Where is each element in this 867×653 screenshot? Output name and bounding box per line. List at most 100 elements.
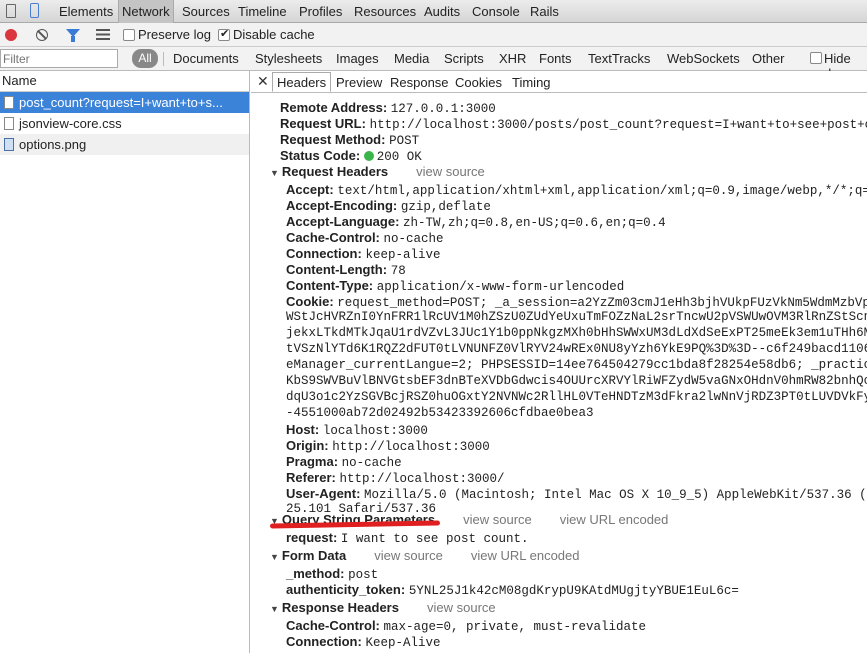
- filter-xhr[interactable]: XHR: [499, 51, 526, 66]
- tab-console[interactable]: Console: [472, 0, 520, 23]
- header-value: text/html,application/xhtml+xml,applicat…: [337, 184, 867, 198]
- filter-media[interactable]: Media: [394, 51, 429, 66]
- filter-scripts[interactable]: Scripts: [444, 51, 484, 66]
- list-item[interactable]: post_count?request=I+want+to+s...: [0, 92, 249, 113]
- tab-profiles[interactable]: Profiles: [299, 0, 342, 23]
- form-data-section[interactable]: ▼ Form Data view source view URL encoded: [270, 548, 580, 563]
- view-url-encoded-link[interactable]: view URL encoded: [560, 512, 669, 527]
- request-name: post_count?request=I+want+to+s...: [19, 95, 223, 110]
- view-url-encoded-link[interactable]: view URL encoded: [471, 548, 580, 563]
- expand-triangle-icon: ▼: [270, 552, 279, 562]
- tab-preview[interactable]: Preview: [332, 73, 386, 93]
- header-value: http://localhost:3000: [332, 440, 490, 454]
- detail-tab-bar: ✕ Headers Preview Response Cookies Timin…: [251, 71, 867, 93]
- filter-fonts[interactable]: Fonts: [539, 51, 572, 66]
- header-row: Cache-Control: no-cache: [286, 230, 444, 246]
- header-value: application/x-www-form-urlencoded: [376, 280, 625, 294]
- image-file-icon: [4, 138, 14, 151]
- header-value: http://localhost:3000/posts/post_count?r…: [369, 118, 867, 132]
- view-source-link[interactable]: view source: [416, 164, 485, 179]
- tab-elements[interactable]: Elements: [59, 0, 113, 23]
- network-toolbar: Preserve log Disable cache: [0, 23, 867, 47]
- tab-network[interactable]: Network: [118, 0, 174, 23]
- tab-response[interactable]: Response: [386, 73, 453, 93]
- header-key: Origin:: [286, 438, 329, 453]
- header-row: Connection: keep-alive: [286, 246, 440, 262]
- disable-cache-label: Disable cache: [233, 27, 315, 42]
- header-row: Accept-Language: zh-TW,zh;q=0.8,en-US;q=…: [286, 214, 666, 230]
- filter-texttracks[interactable]: TextTracks: [588, 51, 650, 66]
- header-value: Keep-Alive: [365, 636, 441, 650]
- filter-input[interactable]: [0, 49, 118, 68]
- general-row: Status Code: 200 OK: [280, 148, 422, 164]
- filter-divider: [163, 52, 164, 66]
- cookie-continuation: eManager_currentLangue=2; PHPSESSID=14ee…: [286, 358, 867, 372]
- header-key: Accept-Encoding:: [286, 198, 398, 213]
- filter-icon[interactable]: [66, 29, 80, 42]
- record-icon[interactable]: [5, 29, 17, 41]
- stylesheet-file-icon: [4, 117, 14, 130]
- mobile-device-icon[interactable]: [30, 3, 39, 18]
- header-key: Accept:: [286, 182, 334, 197]
- list-view-icon[interactable]: [96, 29, 110, 40]
- header-row: Cookie: request_method=POST; _a_session=…: [286, 294, 867, 310]
- filter-websockets[interactable]: WebSockets: [667, 51, 740, 66]
- header-key: Referer:: [286, 470, 336, 485]
- header-key: _method:: [286, 566, 345, 581]
- preserve-log-checkbox[interactable]: [123, 29, 135, 41]
- dock-icon[interactable]: [6, 4, 16, 18]
- tab-resources[interactable]: Resources: [354, 0, 416, 23]
- tab-headers[interactable]: Headers: [272, 72, 332, 92]
- header-key: Cache-Control:: [286, 230, 380, 245]
- header-value: no-cache: [383, 232, 444, 246]
- name-column-header[interactable]: Name: [0, 71, 249, 92]
- tab-rails[interactable]: Rails: [530, 0, 559, 23]
- list-item[interactable]: jsonview-core.css: [0, 113, 249, 134]
- header-key: User-Agent:: [286, 486, 361, 501]
- hide-data-checkbox[interactable]: [810, 52, 822, 64]
- cookie-continuation: tVSzNlYTd6K1RQZ2dFUT0tLVNUNFZ0VlRYV24wRE…: [286, 342, 867, 356]
- document-icon: [4, 96, 14, 109]
- header-row: Referer: http://localhost:3000/: [286, 470, 505, 486]
- view-source-link[interactable]: view source: [463, 512, 532, 527]
- response-headers-section[interactable]: ▼ Response Headers view source: [270, 600, 496, 615]
- cookie-continuation: -4551000ab72d02492b53423392606cfdbae0bea…: [286, 406, 594, 420]
- form-row: _method: post: [286, 566, 378, 582]
- filter-all-button[interactable]: All: [132, 49, 158, 68]
- request-list: Name post_count?request=I+want+to+s... j…: [0, 71, 250, 653]
- clear-icon[interactable]: [36, 29, 48, 41]
- header-key: Content-Type:: [286, 278, 374, 293]
- filter-documents[interactable]: Documents: [173, 51, 239, 66]
- preserve-log-label: Preserve log: [138, 27, 211, 42]
- filter-images[interactable]: Images: [336, 51, 379, 66]
- header-key: Status Code:: [280, 148, 361, 163]
- header-value: no-cache: [341, 456, 402, 470]
- tab-audits[interactable]: Audits: [424, 0, 460, 23]
- header-value: localhost:3000: [322, 424, 428, 438]
- disable-cache-checkbox[interactable]: [218, 27, 230, 41]
- header-row: Cache-Control: max-age=0, private, must-…: [286, 618, 646, 634]
- section-title: Response Headers: [281, 600, 399, 615]
- header-row: Content-Type: application/x-www-form-url…: [286, 278, 624, 294]
- request-headers-section[interactable]: ▼ Request Headers view source: [270, 164, 485, 179]
- tab-timing[interactable]: Timing: [508, 73, 555, 93]
- close-icon[interactable]: ✕: [257, 73, 269, 90]
- header-key: Content-Length:: [286, 262, 388, 277]
- filter-other[interactable]: Other: [752, 51, 785, 66]
- header-key: Connection:: [286, 634, 362, 649]
- view-source-link[interactable]: view source: [427, 600, 496, 615]
- header-key: Host:: [286, 422, 320, 437]
- general-row: Remote Address: 127.0.0.1:3000: [280, 100, 496, 116]
- tab-cookies[interactable]: Cookies: [451, 73, 506, 93]
- view-source-link[interactable]: view source: [374, 548, 443, 563]
- cookie-continuation: KbS9SWVBuVlBNVGtsbEF3dnBTeXVDbGdwcis4OUU…: [286, 374, 867, 388]
- header-row: Accept-Encoding: gzip,deflate: [286, 198, 491, 214]
- filter-stylesheets[interactable]: Stylesheets: [255, 51, 322, 66]
- header-value: 127.0.0.1:3000: [390, 102, 496, 116]
- form-row: authenticity_token: 5YNL25J1k42cM08gdKry…: [286, 582, 739, 598]
- header-value: POST: [389, 134, 420, 148]
- list-item[interactable]: options.png: [0, 134, 249, 155]
- header-key: Pragma:: [286, 454, 339, 469]
- tab-sources[interactable]: Sources: [182, 0, 230, 23]
- tab-timeline[interactable]: Timeline: [238, 0, 287, 23]
